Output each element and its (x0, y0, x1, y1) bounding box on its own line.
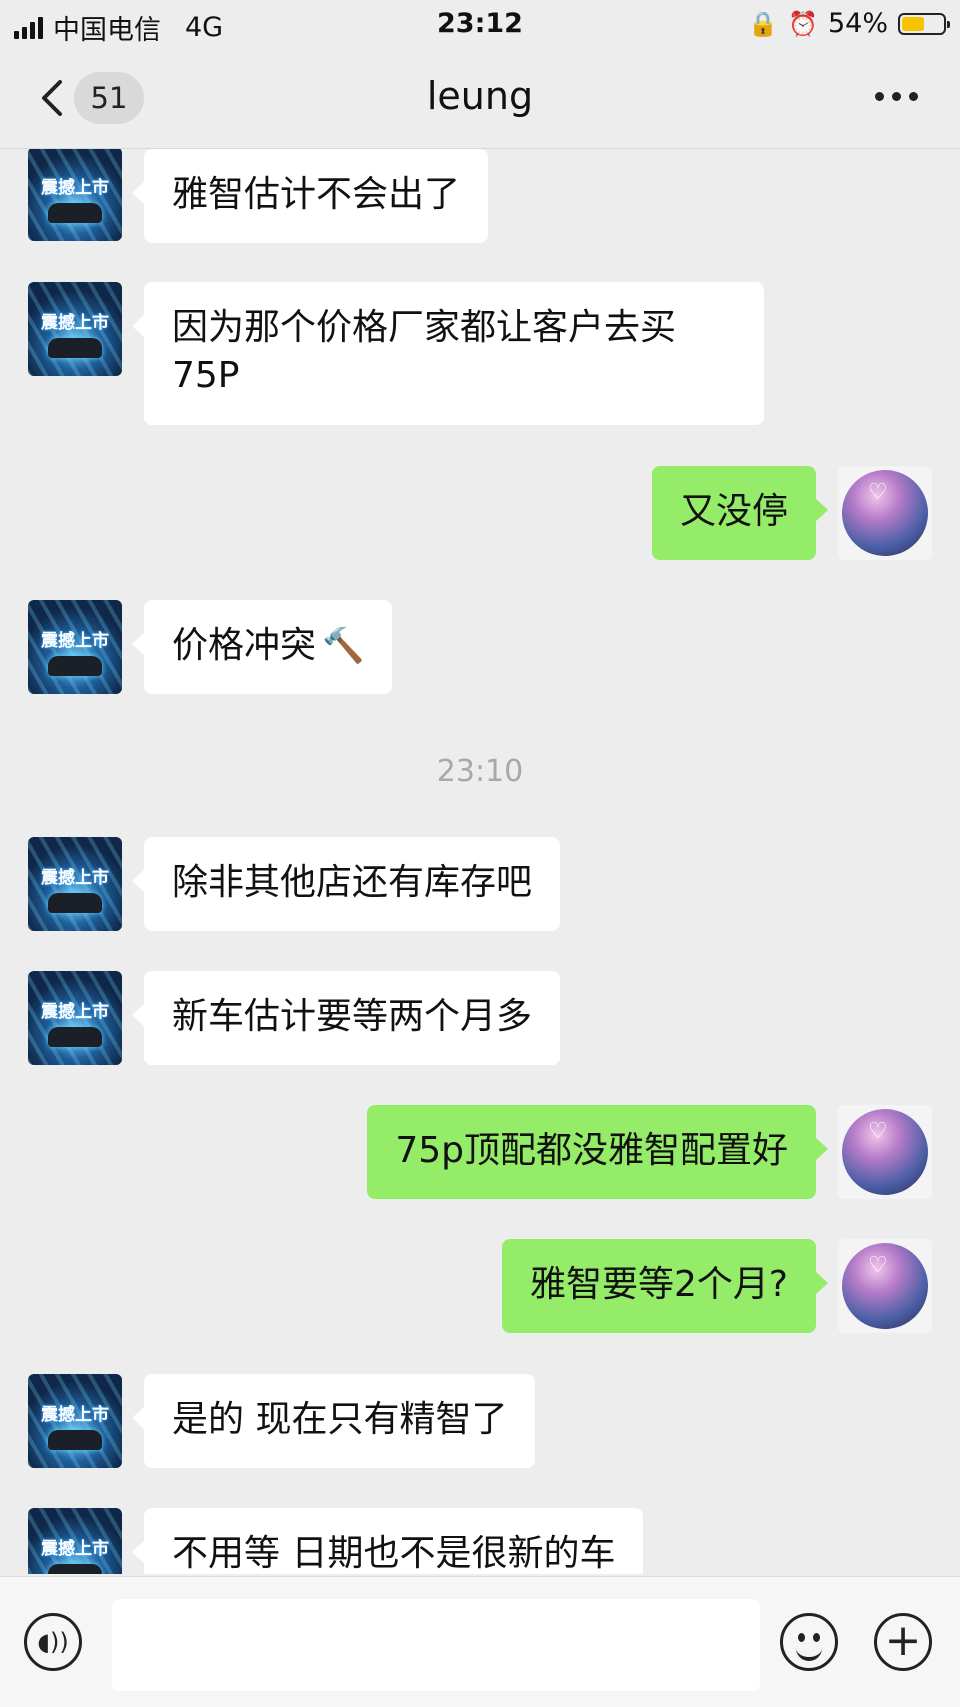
message-bubble[interactable]: 雅智估计不会出了 (131, 149, 489, 243)
battery-percent: 54% (827, 8, 888, 39)
alarm-icon: ⏰ (788, 9, 818, 38)
self-avatar[interactable]: ♡ (838, 1105, 932, 1199)
chat-title: leung (426, 74, 534, 118)
message-text: 雅智估计不会出了 (172, 174, 461, 215)
message-bubble[interactable]: 新车估计要等两个月多 (131, 971, 561, 1065)
self-avatar[interactable]: ♡ (838, 1239, 932, 1333)
message-bubble[interactable]: 不用等 日期也不是很新的车 (131, 1508, 644, 1574)
contact-avatar[interactable]: 震撼上市 (28, 1508, 122, 1574)
message-bubble[interactable]: 价格冲突 🔨 (131, 600, 393, 694)
message-text: 是的 现在只有精智了 (172, 1399, 508, 1440)
time-divider: 23:10 (436, 754, 524, 789)
message-text: 不用等 日期也不是很新的车 (172, 1533, 616, 1574)
message-text: 75P (172, 355, 240, 396)
nav-bar: 51 leung (0, 48, 960, 149)
battery-icon (898, 12, 950, 35)
voice-icon[interactable]: ◖)) (24, 1613, 82, 1671)
message-text: 价格冲突 (172, 625, 317, 666)
self-avatar[interactable]: ♡ (838, 466, 932, 560)
message-list[interactable]: 震撼上市 雅智估计不会出了 震撼上市 因为那个价格厂家都让客户去买 75P ♡ … (0, 149, 960, 1574)
message-bubble[interactable]: 除非其他店还有库存吧 (131, 837, 561, 931)
message-text: 雅智要等2个月? (529, 1264, 788, 1305)
contact-avatar[interactable]: 震撼上市 (28, 149, 122, 241)
emoji-icon[interactable] (780, 1613, 838, 1671)
contact-avatar[interactable]: 震撼上市 (28, 971, 122, 1065)
status-right: 🔒 ⏰ 54% (748, 8, 950, 39)
status-bar: 中国电信 4G 23:12 🔒 ⏰ 54% (0, 0, 960, 48)
message-input[interactable] (112, 1599, 760, 1691)
message-text: 又没停 (679, 491, 788, 532)
input-bar: ◖)) + (0, 1576, 960, 1707)
contact-avatar[interactable]: 震撼上市 (28, 837, 122, 931)
message-bubble[interactable]: 75p顶配都没雅智配置好 (367, 1105, 828, 1199)
message-bubble[interactable]: 又没停 (651, 466, 829, 560)
message-bubble[interactable]: 雅智要等2个月? (501, 1239, 829, 1333)
contact-avatar[interactable]: 震撼上市 (28, 282, 122, 376)
message-text: 因为那个价格厂家都让客户去买 (172, 307, 677, 348)
contact-avatar[interactable]: 震撼上市 (28, 1374, 122, 1468)
more-icon[interactable] (875, 92, 918, 101)
message-text: 75p顶配都没雅智配置好 (395, 1130, 788, 1171)
plus-circle-icon[interactable]: + (874, 1613, 932, 1671)
message-bubble[interactable]: 因为那个价格厂家都让客户去买 75P (132, 282, 764, 425)
message-text: 新车估计要等两个月多 (172, 996, 533, 1037)
rotation-lock-icon: 🔒 (748, 9, 779, 38)
contact-avatar[interactable]: 震撼上市 (28, 600, 122, 694)
message-text: 除非其他店还有库存吧 (172, 862, 533, 903)
hammer-emoji-icon: 🔨 (322, 626, 365, 666)
message-bubble[interactable]: 是的 现在只有精智了 (131, 1374, 536, 1468)
